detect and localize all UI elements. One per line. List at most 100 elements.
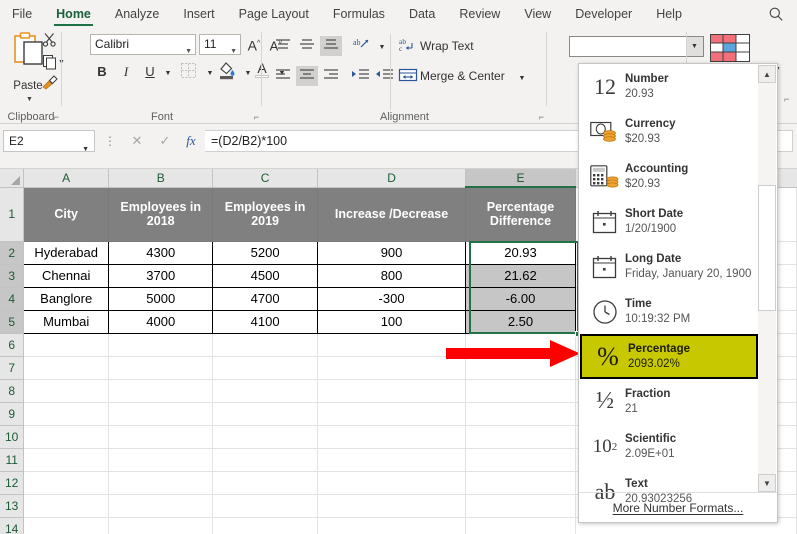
merge-center-label[interactable]: Merge & Center (420, 69, 505, 83)
cell-c7[interactable] (213, 356, 317, 379)
column-header-c[interactable]: C (213, 169, 317, 187)
row-header-14[interactable]: 14 (0, 517, 24, 534)
cell-c13[interactable] (213, 494, 317, 517)
cell-e5[interactable]: 2.50 (466, 310, 575, 333)
cell-d11[interactable] (317, 448, 466, 471)
column-header-a[interactable]: A (24, 169, 109, 187)
cell-d7[interactable] (317, 356, 466, 379)
cell-c14[interactable] (213, 517, 317, 534)
cell-e4[interactable]: -6.00 (466, 287, 575, 310)
cell-d9[interactable] (317, 402, 466, 425)
cell-a5[interactable]: Mumbai (24, 310, 109, 333)
cell-b5[interactable]: 4000 (109, 310, 213, 333)
fill-color-icon[interactable] (218, 60, 238, 80)
row-header-6[interactable]: 6 (0, 333, 24, 356)
align-center-icon[interactable] (296, 66, 318, 86)
clipboard-dialog-launcher[interactable]: ⌐ (54, 112, 59, 122)
more-number-formats-button[interactable]: More Number Formats... (579, 494, 777, 522)
cell-b3[interactable]: 3700 (109, 264, 213, 287)
cell-d12[interactable] (317, 471, 466, 494)
cell-e14[interactable] (466, 517, 575, 534)
tab-insert[interactable]: Insert (171, 0, 226, 28)
row-header-11[interactable]: 11 (0, 448, 24, 471)
scroll-up-icon[interactable]: ▲ (758, 65, 776, 83)
cell-d1[interactable]: Increase /Decrease (317, 187, 466, 241)
top-align-icon[interactable] (272, 36, 294, 56)
borders-icon[interactable] (180, 62, 200, 82)
cell-c1[interactable]: Employees in 2019 (213, 187, 317, 241)
chevron-down-icon[interactable]: ▼ (230, 42, 237, 61)
cell-e1[interactable]: Percentage Difference (466, 187, 575, 241)
bold-button[interactable]: B (92, 62, 112, 82)
column-header-e[interactable]: E (466, 169, 575, 187)
row-header-8[interactable]: 8 (0, 379, 24, 402)
cell-a6[interactable] (24, 333, 109, 356)
conditional-formatting-icon[interactable] (710, 34, 750, 62)
cell-c5[interactable]: 4100 (213, 310, 317, 333)
cell-e11[interactable] (466, 448, 575, 471)
cell-e2[interactable]: 20.93 (466, 241, 575, 264)
cell-c11[interactable] (213, 448, 317, 471)
cell-e8[interactable] (466, 379, 575, 402)
row-header-4[interactable]: 4 (0, 287, 24, 310)
cell-d13[interactable] (317, 494, 466, 517)
cell-b7[interactable] (109, 356, 213, 379)
scroll-down-icon[interactable]: ▼ (758, 474, 776, 492)
format-option-percentage[interactable]: % Percentage 2093.02% (580, 334, 758, 379)
cell-e13[interactable] (466, 494, 575, 517)
cell-d6[interactable] (317, 333, 466, 356)
borders-dropdown-caret[interactable]: ▼ (200, 64, 220, 84)
cancel-icon[interactable]: ✕ (124, 131, 150, 151)
row-header-10[interactable]: 10 (0, 425, 24, 448)
paste-icon[interactable] (12, 32, 46, 72)
format-option-scientific[interactable]: 102 Scientific 2.09E+01 (579, 424, 759, 469)
align-right-icon[interactable] (320, 66, 342, 86)
row-header-1[interactable]: 1 (0, 187, 24, 241)
tab-home[interactable]: Home (44, 0, 103, 28)
cell-b4[interactable]: 5000 (109, 287, 213, 310)
underline-button[interactable]: U (140, 62, 160, 82)
font-size-input[interactable]: 11 ▼ (199, 34, 241, 55)
cell-b9[interactable] (109, 402, 213, 425)
tab-formulas[interactable]: Formulas (321, 0, 397, 28)
cell-c9[interactable] (213, 402, 317, 425)
cell-c2[interactable]: 5200 (213, 241, 317, 264)
row-header-2[interactable]: 2 (0, 241, 24, 264)
scrollbar-thumb[interactable] (758, 185, 776, 311)
cell-c8[interactable] (213, 379, 317, 402)
cell-b11[interactable] (109, 448, 213, 471)
column-header-b[interactable]: B (109, 169, 213, 187)
cell-c4[interactable]: 4700 (213, 287, 317, 310)
format-option-number[interactable]: 12 Number 20.93 (579, 64, 759, 109)
orientation-dropdown-caret[interactable]: ▼ (372, 38, 392, 58)
cell-d14[interactable] (317, 517, 466, 534)
cell-d8[interactable] (317, 379, 466, 402)
format-option-accounting[interactable]: Accounting $20.93 (579, 154, 759, 199)
cell-e6[interactable] (466, 333, 575, 356)
name-box[interactable]: E2 ▼ (3, 130, 95, 152)
format-painter-icon[interactable] (41, 74, 59, 90)
cell-d4[interactable]: -300 (317, 287, 466, 310)
wrap-text-label[interactable]: Wrap Text (420, 39, 474, 53)
check-icon[interactable]: ✓ (152, 131, 178, 151)
cell-b10[interactable] (109, 425, 213, 448)
dropdown-scrollbar[interactable]: ▲ ▼ (758, 65, 776, 492)
cell-b8[interactable] (109, 379, 213, 402)
cell-a3[interactable]: Chennai (24, 264, 109, 287)
cell-a12[interactable] (24, 471, 109, 494)
font-name-input[interactable]: Calibri ▼ (90, 34, 196, 55)
cell-e3[interactable]: 21.62 (466, 264, 575, 287)
cell-d2[interactable]: 900 (317, 241, 466, 264)
cell-c6[interactable] (213, 333, 317, 356)
scissors-icon[interactable] (42, 32, 58, 48)
italic-button[interactable]: I (116, 62, 136, 82)
cell-c12[interactable] (213, 471, 317, 494)
row-header-3[interactable]: 3 (0, 264, 24, 287)
cell-b6[interactable] (109, 333, 213, 356)
format-option-fraction[interactable]: ½ Fraction 21 (579, 379, 759, 424)
cell-c3[interactable]: 4500 (213, 264, 317, 287)
format-option-currency[interactable]: Currency $20.93 (579, 109, 759, 154)
paste-dropdown-caret[interactable]: ▼ (26, 96, 33, 103)
tab-view[interactable]: View (512, 0, 563, 28)
cell-b1[interactable]: Employees in 2018 (109, 187, 213, 241)
